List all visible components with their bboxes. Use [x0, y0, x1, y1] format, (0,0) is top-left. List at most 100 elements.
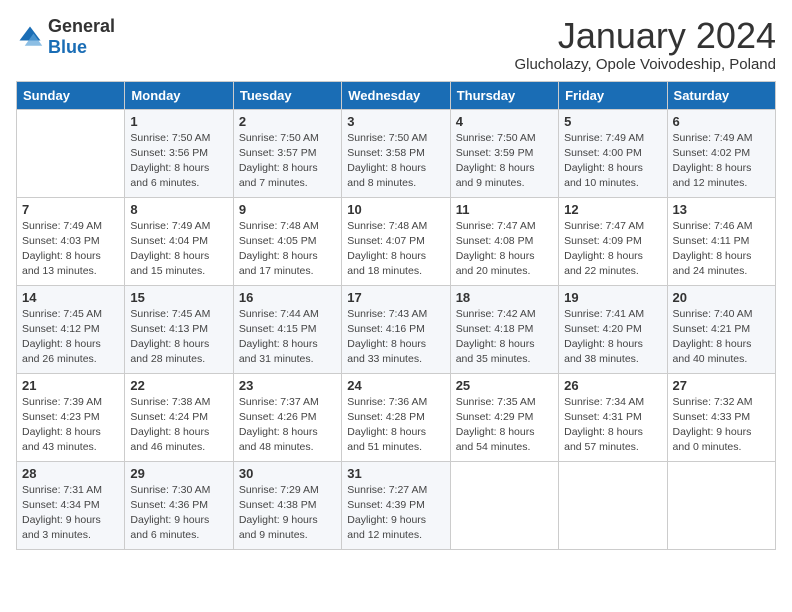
day-info: Sunrise: 7:49 AM Sunset: 4:02 PM Dayligh… [673, 131, 770, 192]
header: General Blue January 2024 Glucholazy, Op… [16, 16, 776, 73]
header-day-friday: Friday [559, 81, 667, 109]
day-number: 31 [347, 466, 444, 481]
logo-general: General [48, 16, 115, 36]
day-info: Sunrise: 7:42 AM Sunset: 4:18 PM Dayligh… [456, 307, 553, 368]
day-info: Sunrise: 7:40 AM Sunset: 4:21 PM Dayligh… [673, 307, 770, 368]
calendar-cell: 12 Sunrise: 7:47 AM Sunset: 4:09 PM Dayli… [559, 197, 667, 285]
day-number: 11 [456, 202, 553, 217]
header-day-sunday: Sunday [17, 81, 125, 109]
day-info: Sunrise: 7:50 AM Sunset: 3:56 PM Dayligh… [130, 131, 227, 192]
day-number: 12 [564, 202, 661, 217]
day-info: Sunrise: 7:34 AM Sunset: 4:31 PM Dayligh… [564, 395, 661, 456]
day-info: Sunrise: 7:45 AM Sunset: 4:12 PM Dayligh… [22, 307, 119, 368]
calendar-subtitle: Glucholazy, Opole Voivodeship, Poland [514, 56, 776, 73]
calendar-cell: 30Sunrise: 7:29 AM Sunset: 4:38 PM Dayli… [233, 461, 341, 549]
logo-icon [16, 23, 44, 51]
day-info: Sunrise: 7:38 AM Sunset: 4:24 PM Dayligh… [130, 395, 227, 456]
day-info: Sunrise: 7:50 AM Sunset: 3:59 PM Dayligh… [456, 131, 553, 192]
day-info: Sunrise: 7:46 AM Sunset: 4:11 PM Dayligh… [673, 219, 770, 280]
day-number: 21 [22, 378, 119, 393]
day-info: Sunrise: 7:31 AM Sunset: 4:34 PM Dayligh… [22, 483, 119, 544]
day-number: 20 [673, 290, 770, 305]
calendar-cell: 31 Sunrise: 7:27 AM Sunset: 4:39 PM Dayli… [342, 461, 450, 549]
day-info: Sunrise: 7:29 AM Sunset: 4:38 PM Dayligh… [239, 483, 336, 544]
calendar-cell: 10 Sunrise: 7:48 AM Sunset: 4:07 PM Dayli… [342, 197, 450, 285]
calendar-cell: 18 Sunrise: 7:42 AM Sunset: 4:18 PM Dayli… [450, 285, 558, 373]
calendar-cell: 22 Sunrise: 7:38 AM Sunset: 4:24 PM Dayli… [125, 373, 233, 461]
calendar-cell: 2 Sunrise: 7:50 AM Sunset: 3:57 PM Daylig… [233, 109, 341, 197]
day-number: 22 [130, 378, 227, 393]
day-number: 24 [347, 378, 444, 393]
days-header-row: SundayMondayTuesdayWednesdayThursdayFrid… [17, 81, 776, 109]
week-row-3: 14 Sunrise: 7:45 AM Sunset: 4:12 PM Dayli… [17, 285, 776, 373]
day-info: Sunrise: 7:47 AM Sunset: 4:09 PM Dayligh… [564, 219, 661, 280]
day-number: 10 [347, 202, 444, 217]
calendar-cell: 26Sunrise: 7:34 AM Sunset: 4:31 PM Dayli… [559, 373, 667, 461]
day-info: Sunrise: 7:27 AM Sunset: 4:39 PM Dayligh… [347, 483, 444, 544]
calendar-cell: 19Sunrise: 7:41 AM Sunset: 4:20 PM Dayli… [559, 285, 667, 373]
week-row-4: 21 Sunrise: 7:39 AM Sunset: 4:23 PM Dayli… [17, 373, 776, 461]
day-info: Sunrise: 7:48 AM Sunset: 4:07 PM Dayligh… [347, 219, 444, 280]
day-info: Sunrise: 7:49 AM Sunset: 4:03 PM Dayligh… [22, 219, 119, 280]
day-number: 18 [456, 290, 553, 305]
calendar-cell: 6 Sunrise: 7:49 AM Sunset: 4:02 PM Daylig… [667, 109, 775, 197]
title-block: January 2024 Glucholazy, Opole Voivodesh… [514, 16, 776, 73]
header-day-tuesday: Tuesday [233, 81, 341, 109]
day-number: 29 [130, 466, 227, 481]
calendar-cell: 9Sunrise: 7:48 AM Sunset: 4:05 PM Daylig… [233, 197, 341, 285]
calendar-cell [450, 461, 558, 549]
day-info: Sunrise: 7:36 AM Sunset: 4:28 PM Dayligh… [347, 395, 444, 456]
calendar-cell [559, 461, 667, 549]
calendar-cell: 25Sunrise: 7:35 AM Sunset: 4:29 PM Dayli… [450, 373, 558, 461]
day-info: Sunrise: 7:32 AM Sunset: 4:33 PM Dayligh… [673, 395, 770, 456]
day-number: 6 [673, 114, 770, 129]
day-number: 14 [22, 290, 119, 305]
week-row-2: 7Sunrise: 7:49 AM Sunset: 4:03 PM Daylig… [17, 197, 776, 285]
logo: General Blue [16, 16, 115, 58]
day-info: Sunrise: 7:49 AM Sunset: 4:04 PM Dayligh… [130, 219, 227, 280]
calendar-cell: 17 Sunrise: 7:43 AM Sunset: 4:16 PM Dayli… [342, 285, 450, 373]
calendar-cell: 7Sunrise: 7:49 AM Sunset: 4:03 PM Daylig… [17, 197, 125, 285]
calendar-cell: 8Sunrise: 7:49 AM Sunset: 4:04 PM Daylig… [125, 197, 233, 285]
calendar-cell: 14 Sunrise: 7:45 AM Sunset: 4:12 PM Dayli… [17, 285, 125, 373]
logo-blue: Blue [48, 37, 87, 57]
calendar-cell: 21 Sunrise: 7:39 AM Sunset: 4:23 PM Dayli… [17, 373, 125, 461]
day-number: 13 [673, 202, 770, 217]
day-info: Sunrise: 7:50 AM Sunset: 3:58 PM Dayligh… [347, 131, 444, 192]
calendar-cell: 13 Sunrise: 7:46 AM Sunset: 4:11 PM Dayli… [667, 197, 775, 285]
header-day-wednesday: Wednesday [342, 81, 450, 109]
day-info: Sunrise: 7:48 AM Sunset: 4:05 PM Dayligh… [239, 219, 336, 280]
day-info: Sunrise: 7:43 AM Sunset: 4:16 PM Dayligh… [347, 307, 444, 368]
calendar-cell: 28Sunrise: 7:31 AM Sunset: 4:34 PM Dayli… [17, 461, 125, 549]
day-number: 15 [130, 290, 227, 305]
calendar-cell: 29Sunrise: 7:30 AM Sunset: 4:36 PM Dayli… [125, 461, 233, 549]
calendar-cell: 24 Sunrise: 7:36 AM Sunset: 4:28 PM Dayli… [342, 373, 450, 461]
calendar-table: SundayMondayTuesdayWednesdayThursdayFrid… [16, 81, 776, 550]
logo-text: General Blue [48, 16, 115, 58]
day-number: 17 [347, 290, 444, 305]
week-row-1: 1Sunrise: 7:50 AM Sunset: 3:56 PM Daylig… [17, 109, 776, 197]
day-info: Sunrise: 7:44 AM Sunset: 4:15 PM Dayligh… [239, 307, 336, 368]
calendar-cell: 27 Sunrise: 7:32 AM Sunset: 4:33 PM Dayli… [667, 373, 775, 461]
day-number: 3 [347, 114, 444, 129]
day-info: Sunrise: 7:39 AM Sunset: 4:23 PM Dayligh… [22, 395, 119, 456]
day-number: 25 [456, 378, 553, 393]
calendar-cell: 23 Sunrise: 7:37 AM Sunset: 4:26 PM Dayli… [233, 373, 341, 461]
calendar-cell: 1Sunrise: 7:50 AM Sunset: 3:56 PM Daylig… [125, 109, 233, 197]
day-number: 2 [239, 114, 336, 129]
day-number: 27 [673, 378, 770, 393]
calendar-cell: 4Sunrise: 7:50 AM Sunset: 3:59 PM Daylig… [450, 109, 558, 197]
day-number: 16 [239, 290, 336, 305]
day-info: Sunrise: 7:49 AM Sunset: 4:00 PM Dayligh… [564, 131, 661, 192]
day-info: Sunrise: 7:45 AM Sunset: 4:13 PM Dayligh… [130, 307, 227, 368]
week-row-5: 28Sunrise: 7:31 AM Sunset: 4:34 PM Dayli… [17, 461, 776, 549]
day-info: Sunrise: 7:41 AM Sunset: 4:20 PM Dayligh… [564, 307, 661, 368]
day-info: Sunrise: 7:47 AM Sunset: 4:08 PM Dayligh… [456, 219, 553, 280]
calendar-cell: 15 Sunrise: 7:45 AM Sunset: 4:13 PM Dayli… [125, 285, 233, 373]
day-info: Sunrise: 7:37 AM Sunset: 4:26 PM Dayligh… [239, 395, 336, 456]
day-number: 23 [239, 378, 336, 393]
calendar-title: January 2024 [514, 16, 776, 56]
header-day-monday: Monday [125, 81, 233, 109]
calendar-cell: 16 Sunrise: 7:44 AM Sunset: 4:15 PM Dayli… [233, 285, 341, 373]
day-info: Sunrise: 7:50 AM Sunset: 3:57 PM Dayligh… [239, 131, 336, 192]
